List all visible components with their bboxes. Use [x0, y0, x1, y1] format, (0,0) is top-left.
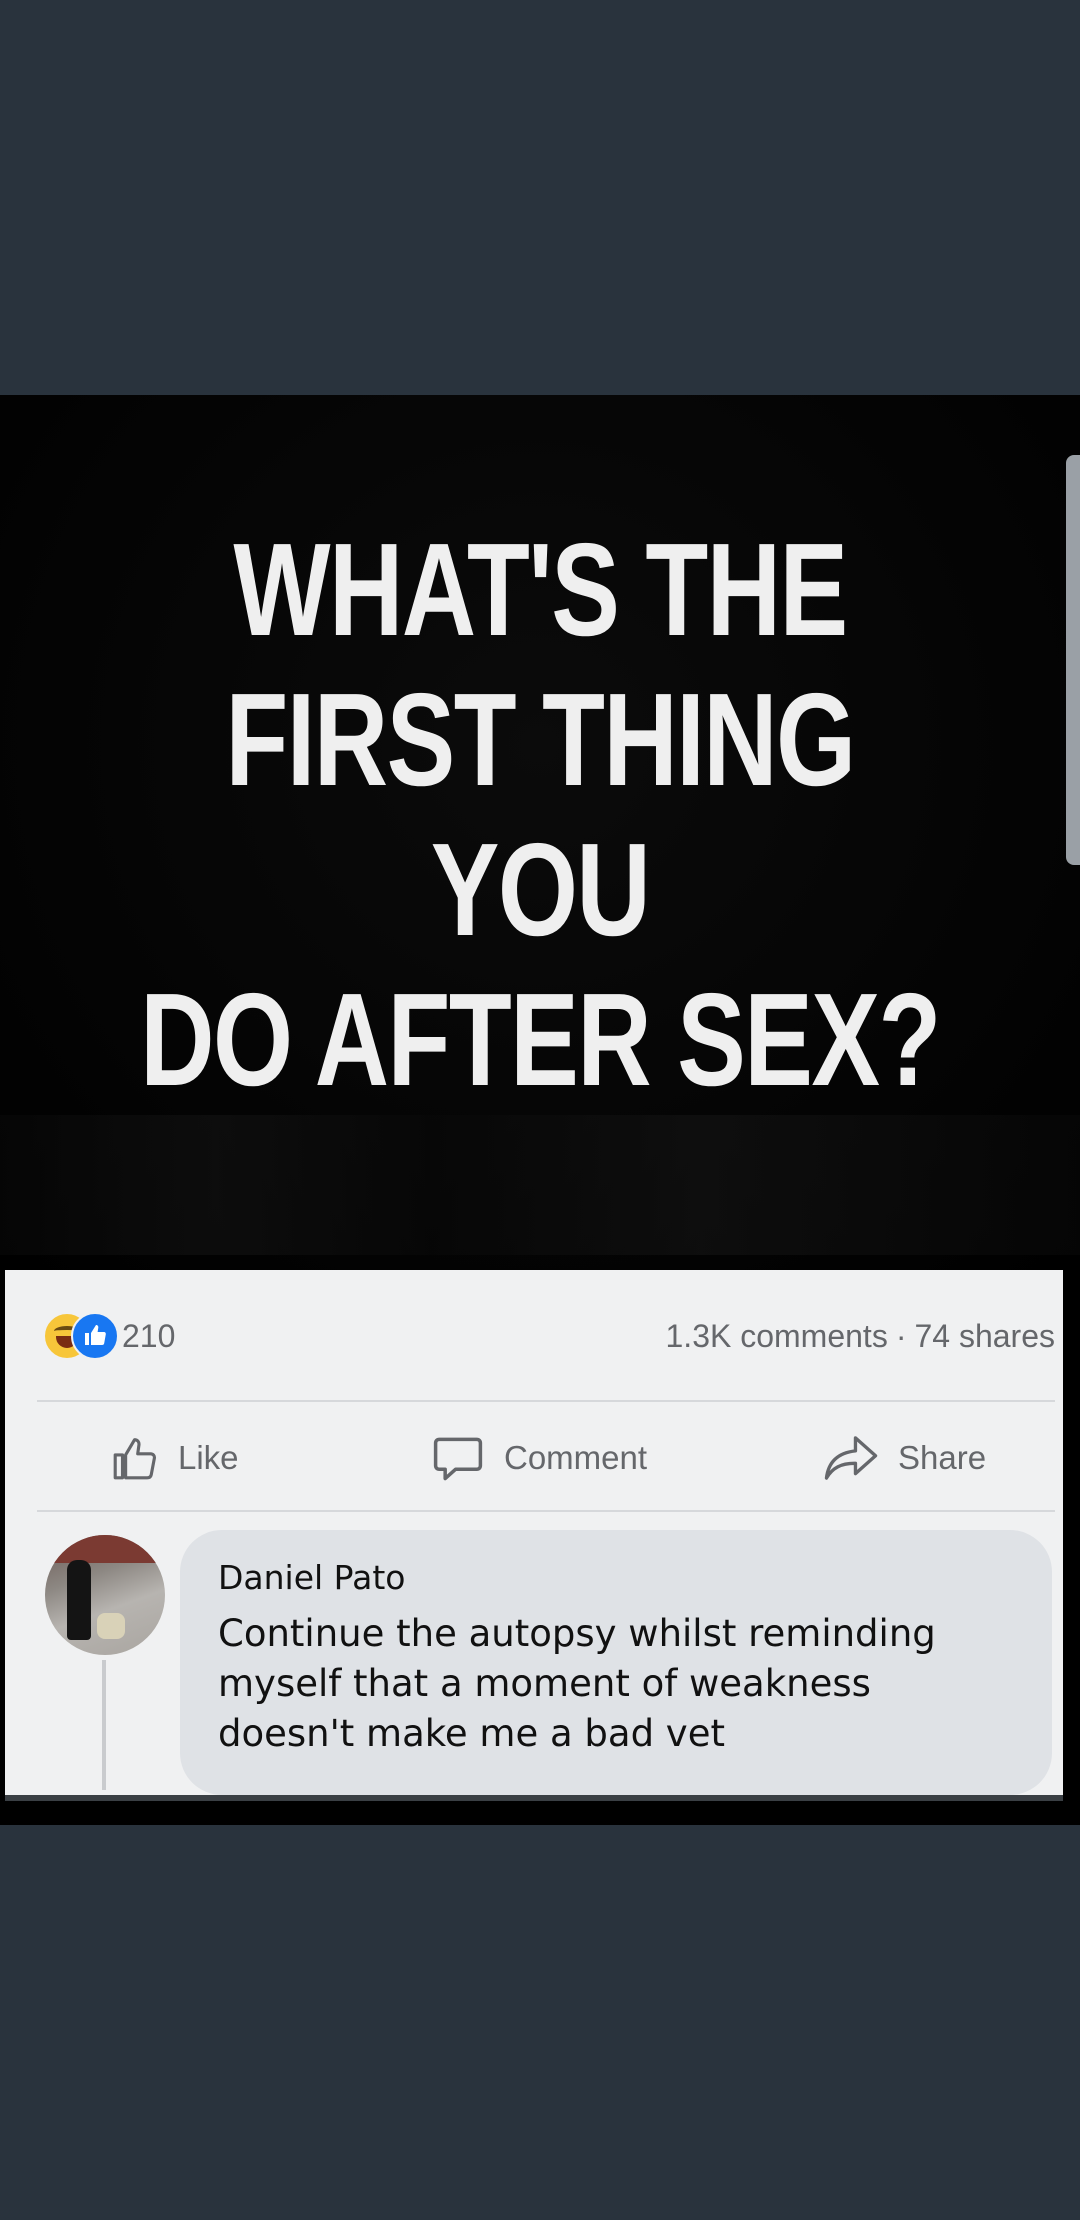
comments-count[interactable]: 1.3K comments — [666, 1318, 888, 1354]
avatar-dog — [97, 1613, 125, 1639]
avatar-person — [67, 1560, 91, 1640]
reply-thread-line — [102, 1660, 106, 1790]
shares-count[interactable]: 74 shares — [914, 1318, 1055, 1354]
stats-row: 210 1.3K comments · 74 shares — [5, 1270, 1063, 1395]
image-background-texture — [0, 1115, 1080, 1255]
comment-author[interactable]: Daniel Pato — [218, 1558, 1014, 1597]
action-bar: Like Comment Share — [5, 1400, 1063, 1510]
screen: WHAT'S THE FIRST THING YOU DO AFTER SEX?… — [0, 0, 1080, 2220]
divider-bottom — [37, 1510, 1055, 1512]
comment-button[interactable]: Comment — [430, 1428, 647, 1488]
avatar[interactable] — [45, 1535, 165, 1655]
comment-text: Continue the autopsy whilst reminding my… — [218, 1612, 936, 1755]
comment-item: Daniel Pato Continue the autopsy whilst … — [5, 1525, 1063, 1795]
engagement-counts: 1.3K comments · 74 shares — [666, 1318, 1056, 1355]
comment-label: Comment — [504, 1439, 648, 1476]
post-footer-card: 210 1.3K comments · 74 shares Like Comme… — [5, 1270, 1063, 1801]
reaction-count[interactable]: 210 — [122, 1318, 175, 1355]
headline-line-1: WHAT'S THE — [233, 516, 848, 663]
post-headline: WHAT'S THE FIRST THING YOU DO AFTER SEX? — [119, 515, 961, 1115]
headline-line-2: FIRST THING YOU — [225, 666, 856, 963]
comment-bubble[interactable]: Daniel Pato Continue the autopsy whilst … — [180, 1530, 1052, 1795]
headline-line-3: DO AFTER SEX? — [140, 966, 941, 1113]
post-screenshot: WHAT'S THE FIRST THING YOU DO AFTER SEX?… — [0, 395, 1080, 1825]
speech-bubble-icon — [433, 1437, 483, 1481]
share-label: Share — [898, 1439, 987, 1476]
stats-separator: · — [895, 1318, 907, 1354]
avatar-backdrop — [45, 1535, 165, 1563]
post-image: WHAT'S THE FIRST THING YOU DO AFTER SEX? — [0, 395, 1080, 1270]
edge-scroll-handle[interactable] — [1066, 455, 1080, 865]
like-button[interactable]: Like — [110, 1428, 239, 1488]
share-arrow-icon — [824, 1436, 878, 1480]
share-button[interactable]: Share — [822, 1428, 986, 1488]
thumbs-up-icon — [113, 1438, 156, 1480]
like-label: Like — [178, 1439, 239, 1476]
reactions-summary[interactable] — [43, 1312, 119, 1360]
like-icon — [71, 1312, 119, 1360]
